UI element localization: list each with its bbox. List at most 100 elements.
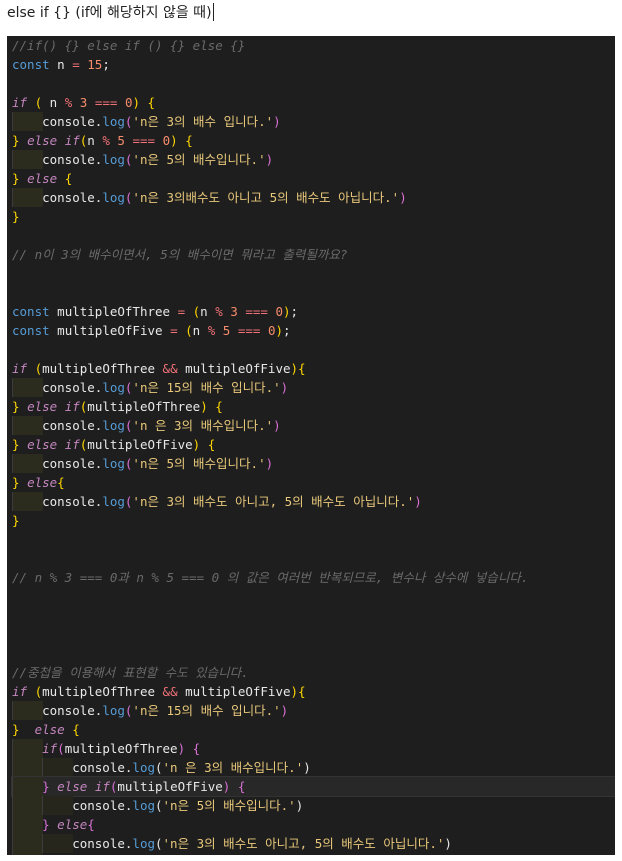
code-line[interactable]: } — [12, 511, 615, 530]
code-line[interactable]: } else{ — [12, 473, 615, 492]
code-line[interactable]: if(multipleOfThree) { — [12, 739, 615, 758]
code-token: { — [57, 475, 65, 490]
code-line[interactable] — [12, 625, 615, 644]
code-token: multipleOfThree — [42, 361, 163, 376]
code-line[interactable] — [12, 340, 615, 359]
code-token: console. — [12, 703, 103, 718]
code-token: ) — [170, 133, 178, 148]
code-token: else — [27, 171, 58, 186]
code-token: } — [42, 779, 50, 794]
code-line[interactable]: const multipleOfThree = (n % 3 === 0); — [12, 302, 615, 321]
code-line[interactable]: } — [12, 853, 615, 855]
code-token: else — [27, 399, 58, 414]
code-token: 'n은 15의 배수 입니다.' — [132, 380, 281, 395]
code-line[interactable] — [12, 606, 615, 625]
code-lines[interactable]: //if() {} else if () {} else {} const n =… — [11, 36, 615, 855]
code-line[interactable]: //중첩을 이용해서 표현할 수도 있습니다. — [12, 663, 615, 682]
code-line[interactable]: } — [12, 207, 615, 226]
code-line[interactable] — [12, 264, 615, 283]
code-line[interactable] — [12, 530, 615, 549]
code-token: { — [215, 399, 223, 414]
code-token: ) — [275, 323, 284, 338]
code-line[interactable]: } else{ — [12, 815, 615, 834]
code-token: console. — [12, 114, 103, 129]
code-token: if — [64, 399, 80, 414]
code-line[interactable]: console.log('n 은 3의 배수입니다.') — [12, 416, 615, 435]
code-token: ( — [155, 760, 163, 775]
code-token: ) — [177, 741, 186, 756]
code-token: && — [162, 684, 178, 699]
code-token: else — [34, 722, 65, 737]
code-line[interactable]: console.log('n은 15의 배수 입니다.') — [12, 701, 615, 720]
code-line[interactable]: } else if(multipleOfFive) { — [12, 435, 615, 454]
code-token: n — [192, 323, 208, 338]
code-token: } — [12, 133, 20, 148]
code-token: log — [102, 190, 125, 205]
code-token: 15 — [87, 57, 103, 72]
code-token: // n이 3의 배수이면서, 5의 배수이면 뭐라고 출력될까요? — [12, 247, 348, 262]
code-line[interactable]: // n % 3 === 0과 n % 5 === 0 의 값은 여러번 반복되… — [12, 568, 615, 587]
code-line[interactable]: console.log('n은 5의 배수입니다.') — [12, 150, 615, 169]
code-token: ) — [295, 798, 304, 813]
code-line[interactable]: console.log('n은 15의 배수 입니다.') — [12, 378, 615, 397]
code-line[interactable]: } else if(n % 5 === 0) { — [12, 131, 615, 150]
code-token: { — [185, 133, 193, 148]
code-token: ; — [290, 304, 299, 319]
code-line[interactable]: console.log('n 은 3의 배수입니다.') — [12, 758, 615, 777]
code-line[interactable]: console.log('n은 3의 배수 입니다.') — [12, 112, 615, 131]
code-token: console. — [12, 380, 103, 395]
code-line[interactable]: if (multipleOfThree && multipleOfFive){ — [12, 682, 615, 701]
code-token: } — [12, 437, 20, 452]
code-token: ) — [290, 361, 299, 376]
code-token: // n % 3 === 0과 n % 5 === 0 의 값은 여러번 반복되… — [12, 570, 529, 585]
code-token: { — [87, 817, 95, 832]
code-line[interactable]: console.log('n은 3의배수도 아니고 5의 배수도 아닙니다.') — [12, 188, 615, 207]
code-token: 'n은 5의 배수입니다.' — [132, 152, 266, 167]
code-line[interactable]: } else { — [12, 169, 615, 188]
code-line[interactable] — [12, 587, 615, 606]
code-line[interactable] — [12, 549, 615, 568]
code-line[interactable]: } else if(multipleOfThree) { — [12, 397, 615, 416]
code-line[interactable] — [12, 283, 615, 302]
code-token: if — [12, 95, 28, 110]
code-line[interactable]: if ( n % 3 === 0) { — [12, 93, 615, 112]
code-line[interactable] — [12, 644, 615, 663]
code-token: const — [12, 304, 50, 319]
code-line[interactable] — [12, 226, 615, 245]
code-editor[interactable]: //if() {} else if () {} else {} const n =… — [7, 36, 615, 855]
code-token: console. — [12, 494, 103, 509]
code-token: log — [102, 114, 125, 129]
code-token: 0 — [275, 304, 283, 319]
code-token: if — [12, 684, 28, 699]
code-line[interactable] — [12, 74, 615, 93]
code-token: 0 — [162, 133, 171, 148]
code-line[interactable]: //if() {} else if () {} else {} — [12, 36, 615, 55]
code-token: { — [237, 779, 246, 794]
code-line[interactable]: console.log('n은 5의 배수입니다.') — [12, 454, 615, 473]
code-line[interactable]: const multipleOfFive = (n % 5 === 0); — [12, 321, 615, 340]
code-token: ) — [200, 399, 208, 414]
code-token: } — [12, 399, 20, 414]
code-line[interactable]: } else if(multipleOfFive) { — [11, 776, 615, 797]
code-token: log — [102, 494, 125, 509]
code-token: } — [12, 513, 20, 528]
code-line[interactable]: // n이 3의 배수이면서, 5의 배수이면 뭐라고 출력될까요? — [12, 245, 615, 264]
code-line[interactable]: console.log('n은 3의 배수도 아니고, 5의 배수도 아닙니다.… — [12, 834, 615, 853]
code-token: ; — [283, 323, 291, 338]
code-line[interactable]: console.log('n은 5의 배수입니다.') — [12, 796, 615, 815]
code-line[interactable]: } else { — [12, 720, 615, 739]
code-token: console. — [12, 760, 133, 775]
code-line[interactable]: const n = 15; — [12, 55, 615, 74]
code-line[interactable]: console.log('n은 3의 배수도 아니고, 5의 배수도 아닙니다.… — [12, 492, 615, 511]
code-line[interactable]: if (multipleOfThree && multipleOfFive){ — [12, 359, 615, 378]
code-token: log — [102, 380, 125, 395]
code-token: //중첩을 이용해서 표현할 수도 있습니다. — [12, 665, 249, 680]
